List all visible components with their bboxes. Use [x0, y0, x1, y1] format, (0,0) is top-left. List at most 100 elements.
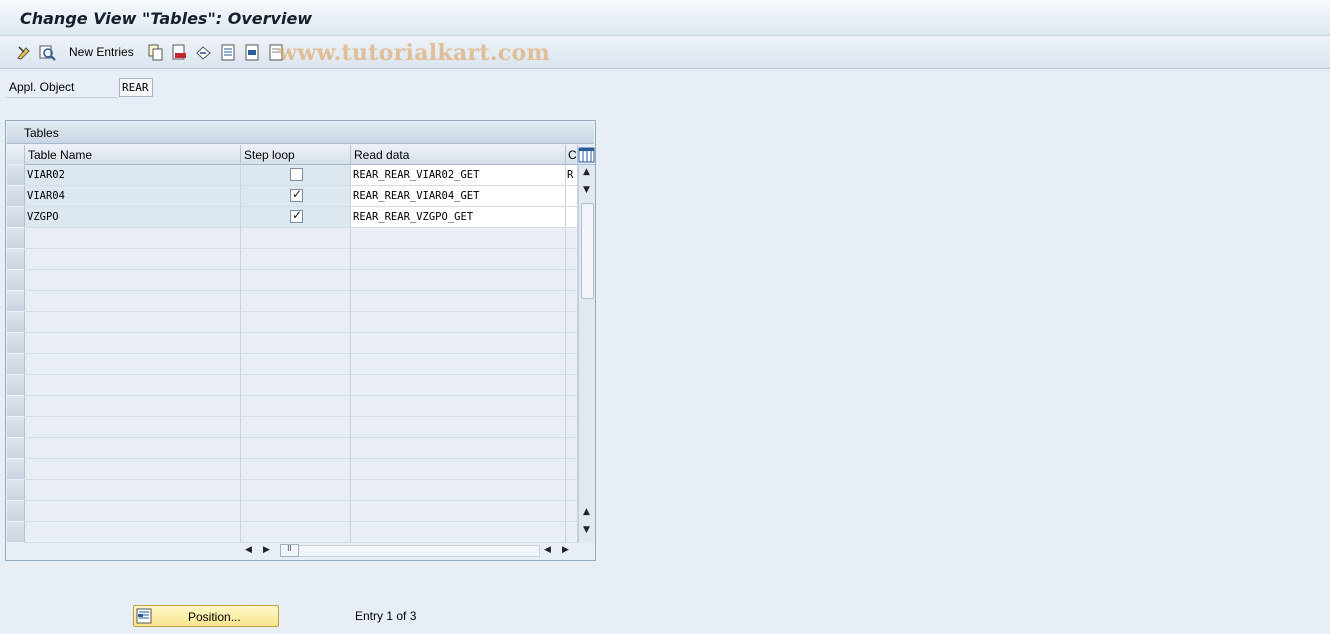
cell-c[interactable]	[566, 438, 578, 459]
row-selector[interactable]	[7, 480, 25, 501]
row-selector[interactable]	[7, 270, 25, 291]
step-loop-checkbox[interactable]: ✓	[290, 187, 303, 202]
row-selector[interactable]	[7, 375, 25, 396]
cell-c[interactable]	[566, 312, 578, 333]
cell-c[interactable]	[566, 249, 578, 270]
cell-table-name[interactable]	[25, 249, 241, 270]
horizontal-scroll-thumb[interactable]: ⠿	[280, 544, 299, 557]
horizontal-scroll-track[interactable]	[280, 545, 540, 557]
cell-table-name[interactable]	[25, 291, 241, 312]
cell-read-data[interactable]	[351, 270, 566, 291]
cell-table-name[interactable]	[25, 459, 241, 480]
scroll-page-down-icon[interactable]: ▼	[583, 525, 590, 535]
cell-c[interactable]	[566, 354, 578, 375]
row-selector[interactable]	[7, 165, 25, 186]
copy-icon[interactable]	[147, 44, 164, 61]
cell-c[interactable]	[566, 375, 578, 396]
row-selector[interactable]	[7, 396, 25, 417]
cell-read-data[interactable]	[351, 354, 566, 375]
cell-read-data[interactable]	[351, 417, 566, 438]
cell-table-name[interactable]	[25, 312, 241, 333]
scroll-down-small-icon[interactable]: ▼	[583, 185, 590, 195]
display-change-icon[interactable]	[16, 44, 33, 61]
row-selector[interactable]	[7, 459, 25, 480]
row-selector[interactable]	[7, 207, 25, 228]
cell-step-loop[interactable]	[241, 249, 351, 270]
cell-table-name[interactable]	[25, 501, 241, 522]
position-button[interactable]: Position...	[133, 605, 279, 627]
cell-step-loop[interactable]	[241, 270, 351, 291]
cell-c[interactable]	[566, 291, 578, 312]
where-used-icon[interactable]	[39, 44, 56, 61]
cell-table-name[interactable]: VIAR04	[25, 186, 241, 207]
cell-read-data[interactable]	[351, 396, 566, 417]
cell-table-name[interactable]	[25, 417, 241, 438]
cell-c[interactable]	[566, 501, 578, 522]
cell-step-loop[interactable]	[241, 522, 351, 543]
cell-step-loop[interactable]	[241, 417, 351, 438]
cell-read-data[interactable]	[351, 249, 566, 270]
scroll-left-icon[interactable]: ◀	[245, 545, 252, 555]
cell-read-data[interactable]	[351, 333, 566, 354]
cell-table-name[interactable]	[25, 522, 241, 543]
cell-table-name[interactable]	[25, 270, 241, 291]
cell-table-name[interactable]	[25, 228, 241, 249]
cell-c[interactable]	[566, 186, 578, 207]
cell-table-name[interactable]	[25, 438, 241, 459]
cell-c[interactable]	[566, 333, 578, 354]
cell-table-name[interactable]	[25, 354, 241, 375]
row-selector[interactable]	[7, 186, 25, 207]
cell-step-loop[interactable]	[241, 459, 351, 480]
cell-step-loop[interactable]	[241, 480, 351, 501]
cell-read-data[interactable]: REAR_REAR_VZGPO_GET	[351, 207, 566, 228]
cell-read-data[interactable]	[351, 480, 566, 501]
cell-c[interactable]	[566, 207, 578, 228]
scroll-page-up-icon[interactable]: ▲	[583, 507, 590, 517]
cell-c[interactable]	[566, 270, 578, 291]
cell-step-loop[interactable]	[241, 312, 351, 333]
cell-c[interactable]	[566, 228, 578, 249]
cell-read-data[interactable]	[351, 375, 566, 396]
select-all-rows-button[interactable]	[7, 145, 25, 165]
cell-table-name[interactable]	[25, 480, 241, 501]
cell-read-data[interactable]: REAR_REAR_VIAR04_GET	[351, 186, 566, 207]
cell-step-loop[interactable]	[241, 501, 351, 522]
cell-c[interactable]	[566, 459, 578, 480]
cell-step-loop[interactable]	[241, 333, 351, 354]
cell-step-loop[interactable]	[241, 354, 351, 375]
scroll-far-left-icon[interactable]: ◀	[544, 545, 551, 555]
cell-step-loop[interactable]	[241, 396, 351, 417]
delete-icon[interactable]	[171, 44, 188, 61]
select-block-icon[interactable]	[244, 44, 261, 61]
row-selector[interactable]	[7, 438, 25, 459]
cell-read-data[interactable]	[351, 312, 566, 333]
row-selector[interactable]	[7, 228, 25, 249]
column-header-c[interactable]: C	[566, 145, 578, 165]
step-loop-checkbox[interactable]	[290, 168, 303, 181]
scroll-far-right-icon[interactable]: ▶	[562, 545, 569, 555]
cell-step-loop[interactable]	[241, 375, 351, 396]
cell-table-name[interactable]	[25, 396, 241, 417]
vertical-scrollbar[interactable]: ▲ ▼ ▲ ▼	[578, 165, 595, 543]
cell-c[interactable]	[566, 417, 578, 438]
cell-table-name[interactable]	[25, 375, 241, 396]
column-header-step-loop[interactable]: Step loop	[241, 145, 351, 165]
cell-read-data[interactable]	[351, 438, 566, 459]
vertical-scroll-thumb[interactable]	[581, 203, 594, 299]
row-selector[interactable]	[7, 501, 25, 522]
column-settings-icon[interactable]	[578, 145, 595, 165]
row-selector[interactable]	[7, 354, 25, 375]
cell-read-data[interactable]	[351, 459, 566, 480]
cell-step-loop[interactable]	[241, 291, 351, 312]
cell-read-data[interactable]	[351, 501, 566, 522]
cell-table-name[interactable]: VZGPO	[25, 207, 241, 228]
scroll-right-icon[interactable]: ▶	[263, 545, 270, 555]
cell-c[interactable]	[566, 480, 578, 501]
cell-step-loop[interactable]	[241, 438, 351, 459]
cell-step-loop[interactable]	[241, 228, 351, 249]
select-all-icon[interactable]	[220, 44, 237, 61]
row-selector[interactable]	[7, 522, 25, 543]
step-loop-checkbox[interactable]: ✓	[290, 208, 303, 223]
cell-read-data[interactable]	[351, 291, 566, 312]
row-selector[interactable]	[7, 333, 25, 354]
